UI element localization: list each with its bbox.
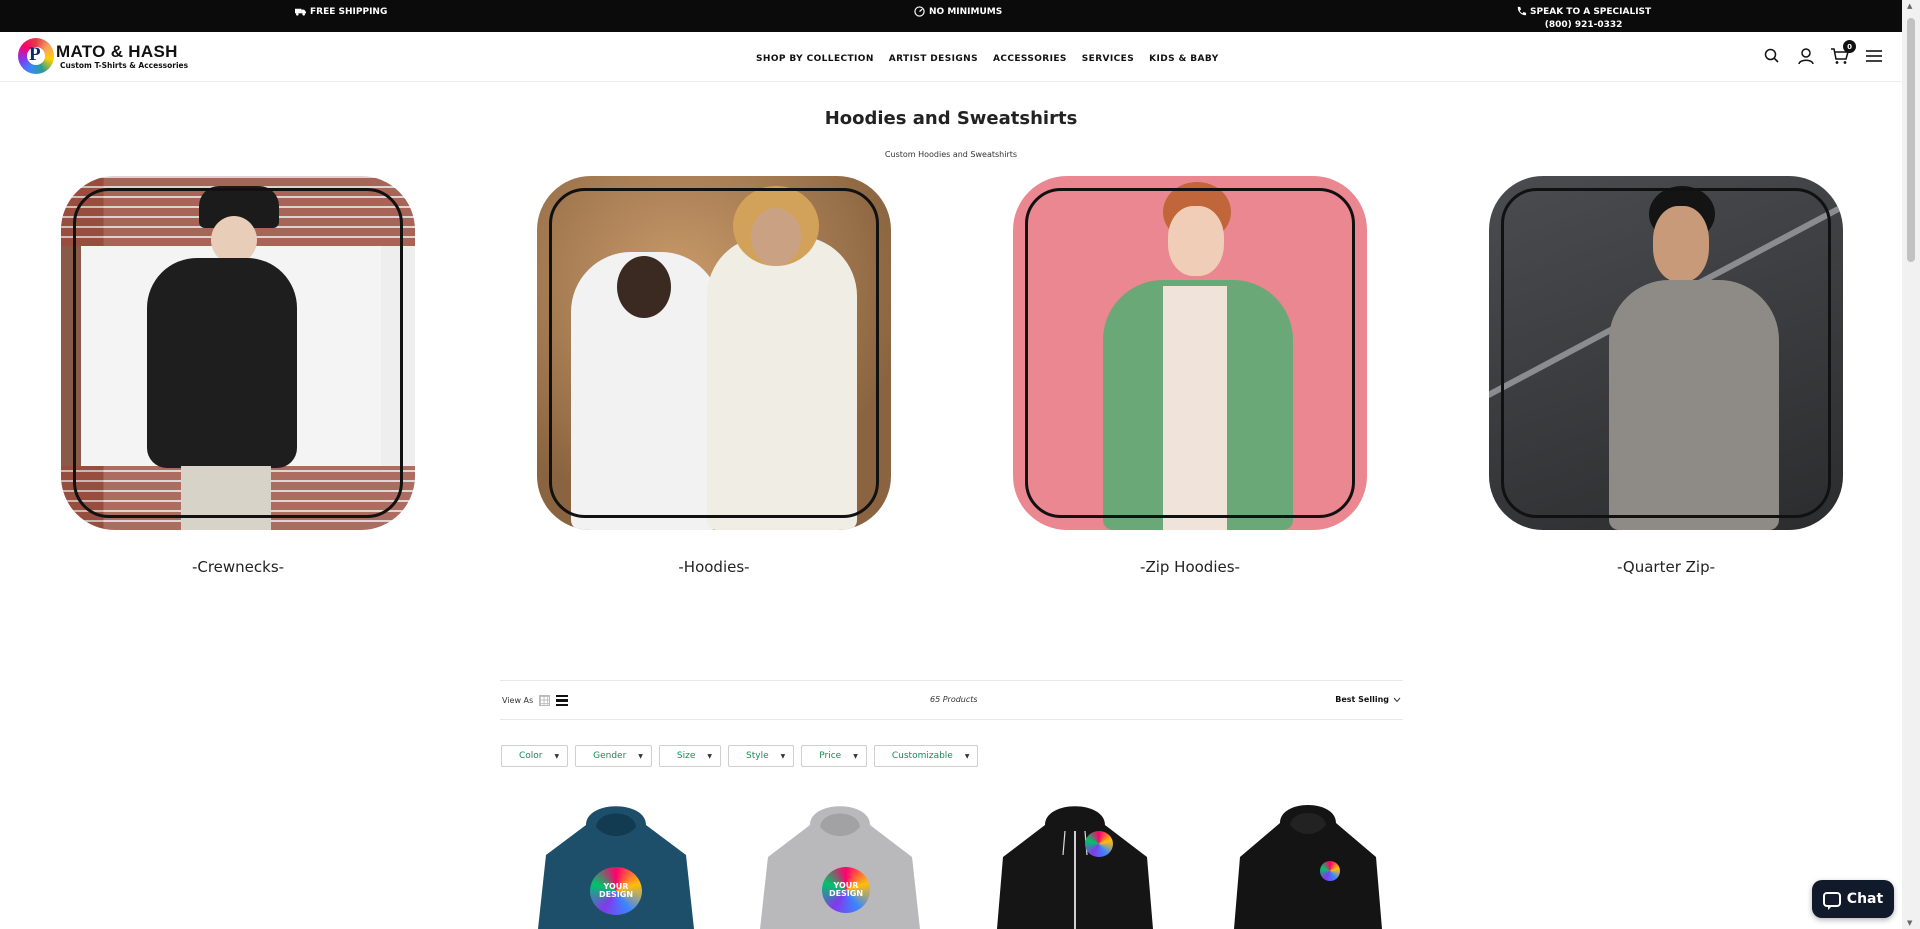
list-view-icon[interactable] (556, 695, 569, 706)
view-as-toggle: View As (502, 695, 569, 706)
nav-kids-baby[interactable]: KIDS & BABY (1149, 54, 1219, 64)
page-title: Hoodies and Sweatshirts (824, 108, 1078, 129)
nav-accessories[interactable]: ACCESSORIES (993, 54, 1067, 64)
caret-down-icon: ▼ (780, 752, 786, 760)
collection-label-crewnecks[interactable]: -Crewnecks- (61, 558, 415, 576)
filter-customizable[interactable]: Customizable ▼ (873, 745, 979, 767)
caret-down-icon: ▼ (554, 752, 560, 760)
page-subtitle: Custom Hoodies and Sweatshirts (884, 150, 1018, 159)
product-image-hoodie[interactable] (1216, 795, 1396, 929)
logo-tagline: Custom T-Shirts & Accessories (60, 60, 189, 70)
truck-icon (295, 8, 306, 16)
design-splash-graphic: YOUR DESIGN (822, 867, 870, 913)
filter-price[interactable]: Price ▼ (801, 745, 867, 767)
filter-color[interactable]: Color ▼ (501, 745, 569, 767)
product-toolbar: View As 65 Products Best Selling (500, 680, 1403, 720)
collection-card-hoodies[interactable]: -Hoodies- (537, 176, 891, 576)
logo-splash-mark: P (18, 38, 54, 74)
nav-artist-designs[interactable]: ARTIST DESIGNS (889, 54, 978, 64)
site-logo[interactable]: P MATO & HASH Custom T-Shirts & Accessor… (18, 36, 188, 76)
collection-card-quarter-zip[interactable]: -Quarter Zip- (1489, 176, 1843, 576)
specialist-notice[interactable]: SPEAK TO A SPECIALIST (800) 921-0332 (1516, 6, 1651, 30)
collection-label-zip-hoodies[interactable]: -Zip Hoodies- (1013, 558, 1367, 576)
caret-down-icon: ▼ (853, 752, 858, 760)
product-count: 65 Products (930, 695, 978, 704)
header-actions: 0 (1762, 40, 1884, 66)
collection-image-hoodies[interactable] (537, 176, 891, 530)
design-splash-graphic (1320, 861, 1340, 881)
page-scrollbar[interactable]: ▲ ▼ (1902, 0, 1920, 929)
filter-bar: Color ▼ Gender ▼ Size ▼ Style ▼ Price ▼ Custo… (501, 745, 979, 767)
filter-style[interactable]: Style ▼ (728, 745, 795, 767)
design-splash-graphic (1085, 831, 1113, 857)
view-as-label: View As (502, 696, 534, 705)
chat-bubble-icon (1822, 891, 1841, 910)
product-card[interactable] (1216, 795, 1396, 929)
chat-label: Chat (1846, 891, 1884, 907)
filter-gender[interactable]: Gender ▼ (575, 745, 652, 767)
gauge-icon (914, 6, 925, 17)
filter-size[interactable]: Size ▼ (658, 745, 722, 767)
caret-down-icon: ▼ (638, 752, 643, 760)
cart-count-badge: 0 (1843, 40, 1856, 53)
scroll-up-arrow-icon[interactable]: ▲ (1907, 2, 1912, 10)
scroll-down-arrow-icon[interactable]: ▼ (1907, 919, 1912, 927)
product-image-zip-hoodie[interactable] (985, 795, 1165, 929)
collection-image-crewnecks[interactable] (61, 176, 415, 530)
free-shipping-text: FREE SHIPPING (310, 6, 388, 17)
account-icon[interactable] (1796, 46, 1816, 66)
cart-button[interactable]: 0 (1830, 40, 1856, 66)
scrollbar-thumb[interactable] (1907, 18, 1915, 262)
no-minimums-notice: NO MINIMUMS (914, 6, 1002, 17)
design-splash-graphic: YOUR DESIGN (590, 867, 642, 915)
product-card[interactable]: YOUR DESIGN (750, 795, 930, 929)
announcement-bar: FREE SHIPPING NO MINIMUMS SPEAK TO A SPE… (0, 0, 1902, 32)
collection-image-zip-hoodies[interactable] (1013, 176, 1367, 530)
chevron-down-icon (1393, 697, 1401, 702)
phone-icon (1517, 6, 1527, 16)
product-card[interactable] (985, 795, 1165, 929)
collection-label-quarter-zip[interactable]: -Quarter Zip- (1489, 558, 1843, 576)
collection-label-hoodies[interactable]: -Hoodies- (537, 558, 891, 576)
collection-card-crewnecks[interactable]: -Crewnecks- (61, 176, 415, 576)
product-card[interactable]: YOUR DESIGN (526, 795, 706, 929)
nav-shop-by-collection[interactable]: SHOP BY COLLECTION (756, 54, 874, 64)
sort-label: Best Selling (1335, 695, 1389, 704)
free-shipping-notice: FREE SHIPPING (295, 6, 387, 17)
main-nav: SHOP BY COLLECTION ARTIST DESIGNS ACCESS… (756, 54, 1219, 64)
nav-services[interactable]: SERVICES (1082, 54, 1134, 64)
chat-button[interactable]: Chat (1812, 880, 1894, 918)
logo-name: MATO & HASH (56, 41, 178, 61)
caret-down-icon: ▼ (964, 752, 970, 760)
menu-icon[interactable] (1864, 46, 1884, 66)
collection-card-zip-hoodies[interactable]: -Zip Hoodies- (1013, 176, 1367, 576)
site-header: P MATO & HASH Custom T-Shirts & Accessor… (0, 32, 1902, 82)
no-minimums-text: NO MINIMUMS (929, 6, 1003, 17)
search-icon[interactable] (1762, 46, 1782, 66)
phone-number[interactable]: (800) 921-0332 (1545, 20, 1623, 30)
collection-image-quarter-zip[interactable] (1489, 176, 1843, 530)
caret-down-icon: ▼ (707, 752, 713, 760)
sort-dropdown[interactable]: Best Selling (1335, 695, 1401, 704)
specialist-text: SPEAK TO A SPECIALIST (1530, 6, 1652, 17)
grid-view-icon[interactable] (539, 695, 551, 706)
